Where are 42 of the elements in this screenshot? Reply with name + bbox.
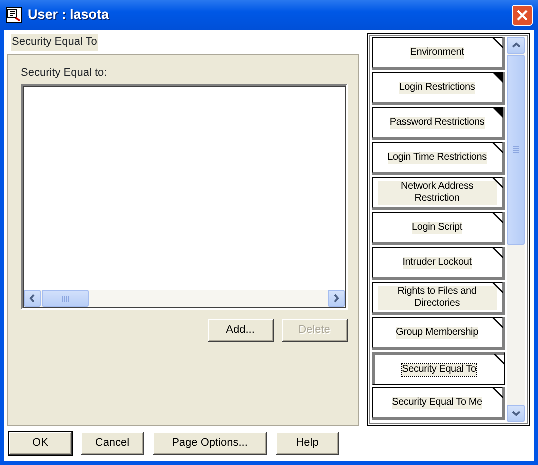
page-title: Security Equal To — [11, 34, 98, 50]
page-corner-icon — [492, 72, 503, 83]
help-button[interactable]: Help — [276, 432, 339, 455]
grip-icon — [513, 146, 519, 154]
page-tab[interactable]: Password Restrictions — [372, 107, 505, 140]
page-corner-icon — [492, 282, 503, 293]
page-corner-icon — [492, 107, 503, 118]
scroll-down-icon[interactable] — [512, 410, 520, 417]
security-list[interactable] — [21, 84, 348, 310]
page-corner-icon — [492, 142, 503, 153]
vertical-scrollbar[interactable] — [507, 37, 525, 422]
scroll-up-icon[interactable] — [512, 42, 520, 49]
page-corner-icon — [492, 387, 503, 398]
grip-icon — [62, 296, 70, 302]
page-tab[interactable]: Rights to Files and Directories — [372, 282, 505, 315]
window-title: User : lasota — [28, 6, 110, 24]
page-corner-icon — [492, 317, 503, 328]
page-corner-icon — [492, 212, 503, 223]
page-tab[interactable]: Login Time Restrictions — [372, 142, 505, 175]
page-tab[interactable]: Security Equal To — [372, 352, 505, 385]
scroll-right-icon[interactable] — [332, 294, 340, 303]
cancel-button[interactable]: Cancel — [81, 432, 144, 455]
page-tab[interactable]: Intruder Lockout — [372, 247, 505, 280]
page-corner-icon — [492, 37, 503, 48]
page-tab[interactable]: Network Address Restriction — [372, 177, 505, 210]
page-corner-icon — [492, 247, 503, 258]
page-options-button[interactable]: Page Options... — [153, 432, 267, 455]
page-corner-icon — [492, 177, 503, 188]
close-icon — [516, 8, 529, 22]
page-tab[interactable]: Group Membership — [372, 317, 505, 350]
page-tab[interactable]: Environment — [372, 37, 505, 70]
page-tab[interactable]: Security Equal To Me — [372, 387, 505, 420]
close-button[interactable] — [512, 4, 533, 26]
scroll-left-icon[interactable] — [29, 294, 36, 303]
page-tab[interactable]: Login Restrictions — [372, 72, 505, 105]
add-button[interactable]: Add... — [208, 319, 274, 342]
horizontal-scrollbar[interactable] — [24, 290, 345, 307]
list-label: Security Equal to: — [21, 66, 108, 80]
ok-button[interactable]: OK — [9, 432, 72, 455]
page-corner-icon — [494, 354, 505, 365]
page-tab[interactable]: Login Script — [372, 212, 505, 245]
app-icon — [6, 7, 22, 23]
